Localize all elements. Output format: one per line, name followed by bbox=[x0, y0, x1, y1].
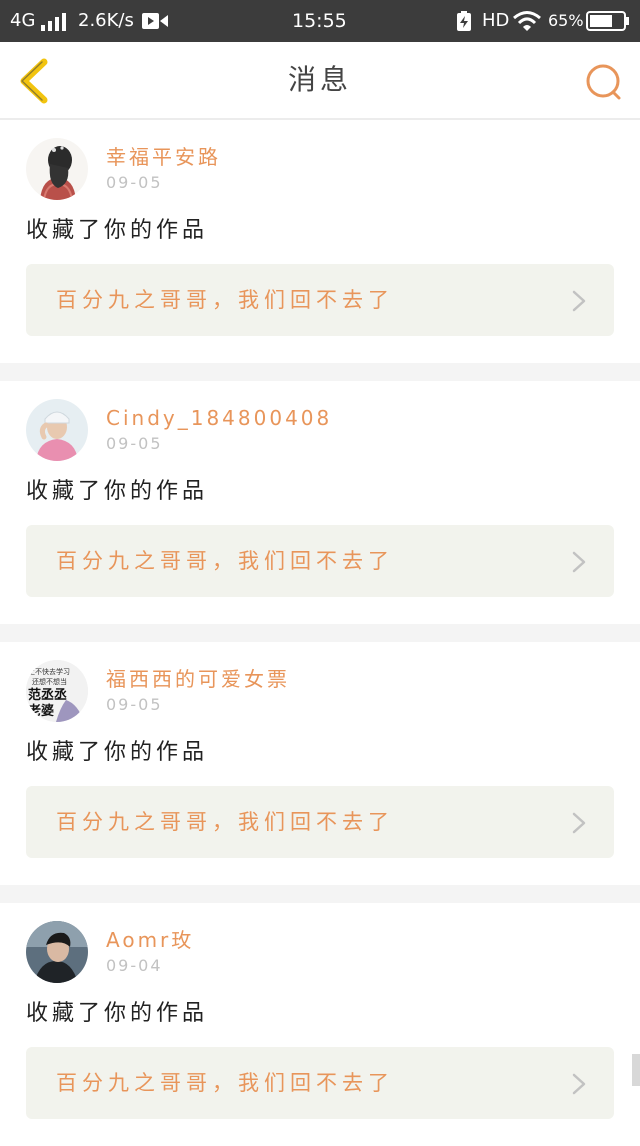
divider bbox=[0, 624, 640, 642]
search-button[interactable] bbox=[584, 62, 624, 102]
avatar[interactable] bbox=[26, 138, 88, 200]
top-nav-bar: 消息 bbox=[0, 42, 640, 120]
message-action-text: 收藏了你的作品 bbox=[26, 479, 209, 504]
username[interactable]: Aomr玫 bbox=[106, 927, 194, 953]
message-action-text: 收藏了你的作品 bbox=[26, 218, 209, 243]
status-bar: 4G 2.6K/s 15:55 HD 65% bbox=[0, 0, 640, 42]
avatar-caption-2: 还想不想当 bbox=[32, 678, 67, 686]
avatar[interactable]: 上不快去学习 还想不想当 范丞丞 老婆 bbox=[26, 660, 88, 722]
message-item[interactable]: Aomr玫 09-04 收藏了你的作品 百分九之哥哥，我们回不去了 bbox=[0, 903, 640, 1146]
page-title: 消息 bbox=[287, 63, 352, 96]
message-item[interactable]: 上不快去学习 还想不想当 范丞丞 老婆 福西西的可爱女票 09-05 收藏了你的… bbox=[0, 642, 640, 885]
message-item[interactable]: Cindy_184800408 09-05 收藏了你的作品 百分九之哥哥，我们回… bbox=[0, 381, 640, 624]
clock: 15:55 bbox=[292, 10, 347, 32]
username[interactable]: 福西西的可爱女票 bbox=[106, 666, 290, 692]
work-link[interactable]: 百分九之哥哥，我们回不去了 bbox=[26, 264, 614, 336]
message-action-text: 收藏了你的作品 bbox=[26, 1001, 209, 1026]
wifi-icon bbox=[512, 10, 542, 38]
work-title: 百分九之哥哥，我们回不去了 bbox=[56, 1071, 394, 1095]
divider bbox=[0, 885, 640, 903]
avatar-caption-4: 老婆 bbox=[28, 704, 55, 719]
chevron-right-icon bbox=[572, 1073, 586, 1095]
chevron-right-icon bbox=[572, 290, 586, 312]
divider bbox=[0, 363, 640, 381]
chevron-right-icon bbox=[572, 812, 586, 834]
network-speed: 2.6K/s bbox=[78, 10, 134, 31]
battery-icon bbox=[586, 11, 630, 37]
message-list: 幸福平安路 09-05 收藏了你的作品 百分九之哥哥，我们回不去了 Cindy_… bbox=[0, 120, 640, 1146]
chevron-right-icon bbox=[572, 551, 586, 573]
battery-percent: 65% bbox=[548, 11, 584, 30]
message-item[interactable]: 幸福平安路 09-05 收藏了你的作品 百分九之哥哥，我们回不去了 bbox=[0, 120, 640, 363]
username[interactable]: 幸福平安路 bbox=[106, 144, 221, 170]
username[interactable]: Cindy_184800408 bbox=[106, 405, 332, 431]
message-action-text: 收藏了你的作品 bbox=[26, 740, 209, 765]
work-link[interactable]: 百分九之哥哥，我们回不去了 bbox=[26, 525, 614, 597]
message-date: 09-05 bbox=[106, 173, 163, 192]
message-date: 09-05 bbox=[106, 695, 163, 714]
video-icon bbox=[142, 13, 168, 35]
work-title: 百分九之哥哥，我们回不去了 bbox=[56, 549, 394, 573]
battery-saver-icon bbox=[456, 11, 472, 37]
avatar[interactable] bbox=[26, 921, 88, 983]
work-title: 百分九之哥哥，我们回不去了 bbox=[56, 810, 394, 834]
search-icon bbox=[586, 64, 621, 100]
avatar-caption-1: 上不快去学习 bbox=[28, 668, 70, 676]
message-date: 09-04 bbox=[106, 956, 163, 975]
signal-icon bbox=[40, 13, 66, 37]
scrollbar-thumb[interactable] bbox=[632, 1054, 640, 1086]
avatar-caption-3: 范丞丞 bbox=[28, 688, 68, 703]
work-link[interactable]: 百分九之哥哥，我们回不去了 bbox=[26, 786, 614, 858]
hd-label: HD bbox=[482, 10, 510, 31]
avatar[interactable] bbox=[26, 399, 88, 461]
work-title: 百分九之哥哥，我们回不去了 bbox=[56, 288, 394, 312]
message-date: 09-05 bbox=[106, 434, 163, 453]
work-link[interactable]: 百分九之哥哥，我们回不去了 bbox=[26, 1047, 614, 1119]
network-label: 4G bbox=[10, 10, 36, 31]
